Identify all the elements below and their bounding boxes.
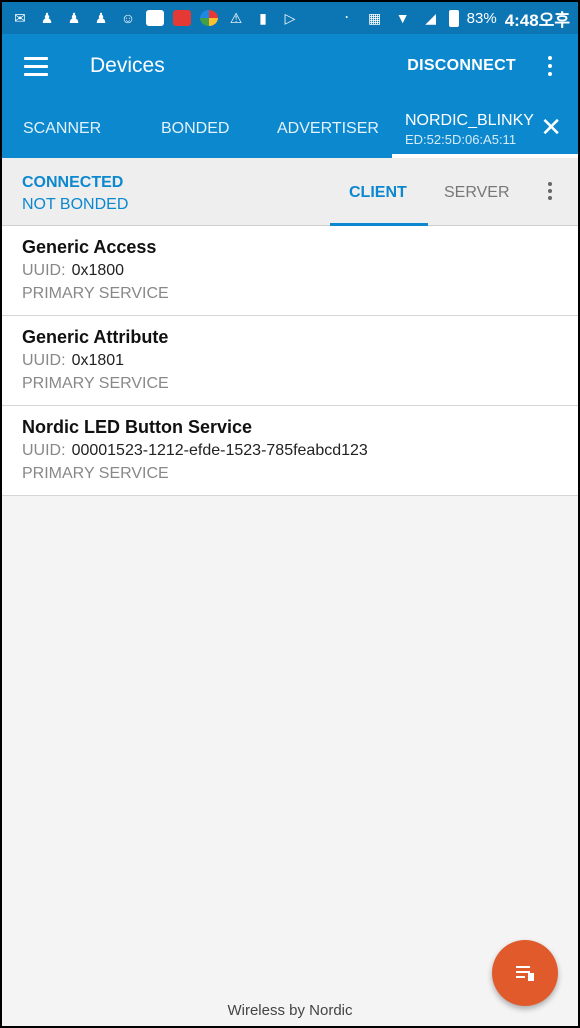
sd-card-icon: ▮ — [259, 10, 267, 26]
chrome-icon — [199, 9, 219, 27]
tab-client[interactable]: CLIENT — [349, 184, 407, 202]
vibrate-icon: ▦ — [368, 10, 382, 26]
service-name: Generic Access — [22, 237, 157, 257]
connection-status: CONNECTED — [22, 174, 124, 191]
wifi-icon: ▼ — [395, 10, 410, 26]
list-item[interactable]: Nordic LED Button Service UUID: 00001523-… — [2, 406, 578, 496]
bond-status: NOT BONDED — [22, 196, 129, 213]
chat-icon: ✉ — [14, 10, 26, 26]
service-type: PRIMARY SERVICE — [22, 375, 169, 392]
clock: 4:48오후 — [504, 10, 570, 30]
list-item[interactable]: Generic Access UUID: 0x1800 PRIMARY SERVI… — [2, 226, 578, 316]
tab-server[interactable]: SERVER — [444, 184, 510, 202]
service-uuid: UUID: 0x1800 — [22, 262, 124, 280]
connection-header: CONNECTED NOT BONDED CLIENT SERVER — [2, 158, 578, 226]
disconnect-button[interactable]: DISCONNECT — [407, 57, 516, 75]
service-type: PRIMARY SERVICE — [22, 465, 169, 482]
more-options-icon[interactable] — [538, 56, 562, 76]
bluetooth-icon: ᛫ — [342, 10, 351, 26]
no-signal-icon: ◢ — [425, 10, 437, 26]
person-icon: ♟ — [40, 10, 54, 26]
service-type: PRIMARY SERVICE — [22, 285, 169, 302]
page-title: Devices — [90, 54, 165, 77]
device-address: ED:52:5D:06:A5:11 — [405, 132, 517, 147]
device-tabs: SCANNER BONDED ADVERTISER NORDIC_BLINKY … — [2, 98, 578, 158]
app-frame: ✉ ♟ ♟ ♟ ☺ ⚠ ▮ ▷ ᛫ ▦ ▼ ◢ 83% 4:48오후 Devic… — [0, 0, 580, 1028]
game-icon: ☺ — [120, 10, 136, 26]
service-uuid: UUID: 00001523-1212-efde-1523-785feabcd12… — [22, 442, 368, 460]
app-icon — [172, 9, 192, 27]
service-name: Generic Attribute — [22, 327, 169, 347]
gmail-icon — [145, 9, 165, 27]
uuid-value: 0x1801 — [71, 352, 125, 369]
tab-scanner[interactable]: SCANNER — [23, 120, 101, 138]
footer-text: Wireless by Nordic — [227, 1002, 353, 1019]
list-item[interactable]: Generic Attribute UUID: 0x1801 PRIMARY SE… — [2, 316, 578, 406]
status-bar: ✉ ♟ ♟ ♟ ☺ ⚠ ▮ ▷ ᛫ ▦ ▼ ◢ 83% 4:48오후 — [2, 2, 578, 34]
battery-percent: 83% — [466, 9, 497, 27]
log-fab-button[interactable] — [492, 940, 558, 1006]
notification-icons: ✉ ♟ ♟ ♟ ☺ ⚠ ▮ ▷ — [10, 9, 337, 27]
uuid-value: 00001523-1212-efde-1523-785feabcd123 — [71, 442, 368, 459]
more-options-icon[interactable] — [548, 182, 552, 200]
warning-icon: ⚠ — [229, 10, 243, 26]
person-icon: ♟ — [94, 10, 108, 26]
service-list: Generic Access UUID: 0x1800 PRIMARY SERVI… — [2, 226, 578, 496]
uuid-label: UUID: — [22, 442, 66, 459]
play-store-icon: ▷ — [284, 10, 296, 26]
tab-connected-device[interactable]: NORDIC_BLINKY ED:52:5D:06:A5:11 ✕ — [392, 98, 578, 158]
playlist-play-icon — [516, 966, 534, 981]
tab-bonded[interactable]: BONDED — [161, 120, 229, 138]
uuid-label: UUID: — [22, 262, 66, 279]
person-icon: ♟ — [67, 10, 81, 26]
service-uuid: UUID: 0x1801 — [22, 352, 124, 370]
app-bar: Devices DISCONNECT — [2, 34, 578, 98]
service-name: Nordic LED Button Service — [22, 417, 253, 437]
device-name: NORDIC_BLINKY — [405, 112, 534, 129]
system-status: ᛫ ▦ ▼ ◢ 83% 4:48오후 — [337, 6, 570, 31]
tab-advertiser[interactable]: ADVERTISER — [277, 120, 379, 138]
battery-icon — [448, 9, 459, 27]
menu-icon[interactable] — [24, 56, 48, 76]
close-icon[interactable]: ✕ — [540, 114, 562, 140]
uuid-value: 0x1800 — [71, 262, 125, 279]
uuid-label: UUID: — [22, 352, 66, 369]
